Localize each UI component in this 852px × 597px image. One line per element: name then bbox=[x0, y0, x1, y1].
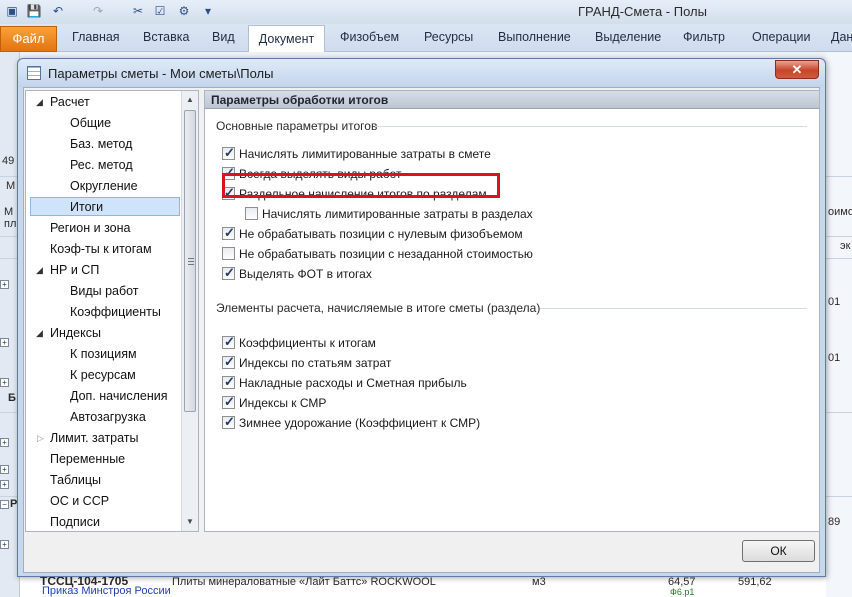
row-description: Плиты минераловатные «Лайт Баттс» ROCKWO… bbox=[172, 576, 436, 588]
tree-item-to-positions[interactable]: К позициям bbox=[70, 345, 137, 364]
grip-line bbox=[188, 258, 194, 259]
checkbox[interactable] bbox=[222, 145, 235, 161]
tree-item-general[interactable]: Общие bbox=[70, 114, 111, 133]
scroll-down-icon[interactable]: ▼ bbox=[182, 514, 198, 530]
tree-item-extra-charges[interactable]: Доп. начисления bbox=[70, 387, 168, 406]
expand-triangle-icon[interactable]: ◢ bbox=[36, 324, 43, 343]
settings-tree: ◢ Расчет Общие Баз. метод Рес. метод Окр… bbox=[25, 90, 199, 532]
settings-icon[interactable]: ⚙ bbox=[176, 3, 192, 19]
column-header-right2: эк bbox=[840, 240, 851, 252]
tree-item-autoload[interactable]: Автозагрузка bbox=[70, 408, 146, 427]
tree-item-coefs[interactable]: Коэф-ты к итогам bbox=[50, 240, 152, 259]
tree-item-coefficients[interactable]: Коэффициенты bbox=[70, 303, 161, 322]
cell-value: 01 bbox=[828, 296, 841, 308]
panel-header: Параметры обработки итогов bbox=[205, 91, 819, 109]
cell-value: 01 bbox=[828, 352, 841, 364]
checkbox[interactable] bbox=[222, 354, 235, 370]
totals-panel: Параметры обработки итогов Основные пара… bbox=[204, 90, 820, 532]
tab-physvolume[interactable]: Физобъем bbox=[340, 30, 399, 44]
expand-icon[interactable]: + bbox=[0, 280, 9, 289]
dialog-title: Параметры сметы - Мои сметы\Полы bbox=[48, 66, 274, 81]
column-header-right: оимо bbox=[828, 206, 852, 218]
cut-icon[interactable]: ✂ bbox=[130, 3, 146, 19]
dialog-icon bbox=[27, 66, 41, 80]
side-label: М bbox=[4, 206, 14, 218]
app-title: ГРАНД-Смета - Полы bbox=[578, 4, 707, 19]
tab-execution[interactable]: Выполнение bbox=[498, 30, 571, 44]
tree-item-res-method[interactable]: Рес. метод bbox=[70, 156, 133, 175]
scroll-up-icon[interactable]: ▲ bbox=[182, 92, 198, 108]
tab-file[interactable]: Файл bbox=[0, 26, 57, 52]
grip-line bbox=[188, 264, 194, 265]
group-divider bbox=[540, 308, 807, 309]
row-unit: м3 bbox=[532, 576, 546, 588]
expand-icon[interactable]: + bbox=[0, 338, 9, 347]
dialog-body: ◢ Расчет Общие Баз. метод Рес. метод Окр… bbox=[23, 87, 820, 573]
expand-triangle-icon[interactable]: ◢ bbox=[36, 93, 43, 112]
tab-document[interactable]: Документ bbox=[248, 25, 325, 53]
app-logo-icon: ▣ bbox=[6, 4, 18, 18]
checkbox[interactable] bbox=[245, 207, 258, 220]
side-letter: М bbox=[6, 180, 16, 192]
group-divider bbox=[375, 126, 807, 127]
row-f6: Ф6.р1 bbox=[670, 587, 695, 597]
tree-item-signatures[interactable]: Подписи bbox=[50, 513, 100, 531]
estimate-params-dialog: Параметры сметы - Мои сметы\Полы ✕ ◢ Рас… bbox=[17, 58, 826, 577]
tree-item-totals[interactable]: Итоги bbox=[30, 197, 180, 216]
tree-item-os-ssr[interactable]: ОС и ССР bbox=[50, 492, 109, 511]
group-title-main: Основные параметры итогов bbox=[216, 119, 378, 133]
ribbon-tabs: Файл Главная Вставка Вид Документ Физобъ… bbox=[0, 24, 852, 53]
expand-triangle-icon[interactable]: ◢ bbox=[36, 261, 43, 280]
checklist-icon[interactable]: ☑ bbox=[152, 3, 168, 19]
tab-view[interactable]: Вид bbox=[212, 30, 235, 44]
expand-icon[interactable]: + bbox=[0, 438, 9, 447]
tree-item-to-resources[interactable]: К ресурсам bbox=[70, 366, 136, 385]
save-icon[interactable]: 💾 bbox=[26, 3, 42, 19]
redo-icon[interactable]: ↷ bbox=[90, 3, 106, 19]
group-title-elements: Элементы расчета, начисляемые в итоге см… bbox=[216, 301, 541, 315]
tree-item-region[interactable]: Регион и зона bbox=[50, 219, 130, 238]
row-value2: 591,62 bbox=[738, 576, 772, 588]
checkbox[interactable] bbox=[222, 374, 235, 390]
tree-item-base-method[interactable]: Баз. метод bbox=[70, 135, 132, 154]
highlight-frame bbox=[222, 173, 500, 198]
checkbox[interactable] bbox=[222, 265, 235, 281]
tab-operations[interactable]: Операции bbox=[752, 30, 810, 44]
checkbox[interactable] bbox=[222, 225, 235, 241]
tree-item-rounding[interactable]: Округление bbox=[70, 177, 138, 196]
expand-icon[interactable]: + bbox=[0, 480, 9, 489]
tree-item-tables[interactable]: Таблицы bbox=[50, 471, 101, 490]
checkbox[interactable] bbox=[222, 414, 235, 430]
tab-home[interactable]: Главная bbox=[72, 30, 120, 44]
checkbox[interactable] bbox=[222, 394, 235, 410]
tree-scrollbar[interactable]: ▲ ▼ bbox=[181, 91, 198, 531]
tab-insert[interactable]: Вставка bbox=[143, 30, 189, 44]
side-label-b: Б bbox=[8, 392, 16, 404]
checkbox[interactable] bbox=[222, 247, 235, 260]
row-number: 49 bbox=[2, 155, 15, 167]
tab-resources[interactable]: Ресурсы bbox=[424, 30, 473, 44]
tree-item-work-types[interactable]: Виды работ bbox=[70, 282, 139, 301]
expand-icon[interactable]: + bbox=[0, 378, 9, 387]
tree-item-variables[interactable]: Переменные bbox=[50, 450, 125, 469]
expand-icon[interactable]: + bbox=[0, 540, 9, 549]
tab-filter[interactable]: Фильтр bbox=[683, 30, 725, 44]
undo-icon[interactable]: ↶ bbox=[50, 3, 66, 19]
dropdown-icon[interactable]: ▾ bbox=[200, 3, 216, 19]
cell-value: 89 bbox=[828, 516, 841, 528]
side-label-pl: пл bbox=[4, 218, 17, 230]
app-titlebar: ▣ 💾 ↶ ↷ ✂ ☑ ⚙ ▾ ГРАНД-Смета - Полы bbox=[0, 0, 852, 24]
collapse-icon[interactable]: − bbox=[0, 500, 9, 509]
dialog-titlebar[interactable]: Параметры сметы - Мои сметы\Полы ✕ bbox=[18, 59, 825, 87]
ok-button[interactable]: ОК bbox=[742, 540, 815, 562]
grip-line bbox=[188, 261, 194, 262]
collapsed-triangle-icon[interactable]: ▷ bbox=[37, 429, 44, 448]
checkbox[interactable] bbox=[222, 334, 235, 350]
close-button[interactable]: ✕ bbox=[775, 60, 819, 79]
expand-icon[interactable]: + bbox=[0, 465, 9, 474]
scrollbar-thumb[interactable] bbox=[184, 110, 196, 412]
tab-data[interactable]: Дан bbox=[831, 30, 852, 44]
tab-selection[interactable]: Выделение bbox=[595, 30, 661, 44]
row-footnote[interactable]: Приказ Минстроя России bbox=[42, 585, 171, 597]
